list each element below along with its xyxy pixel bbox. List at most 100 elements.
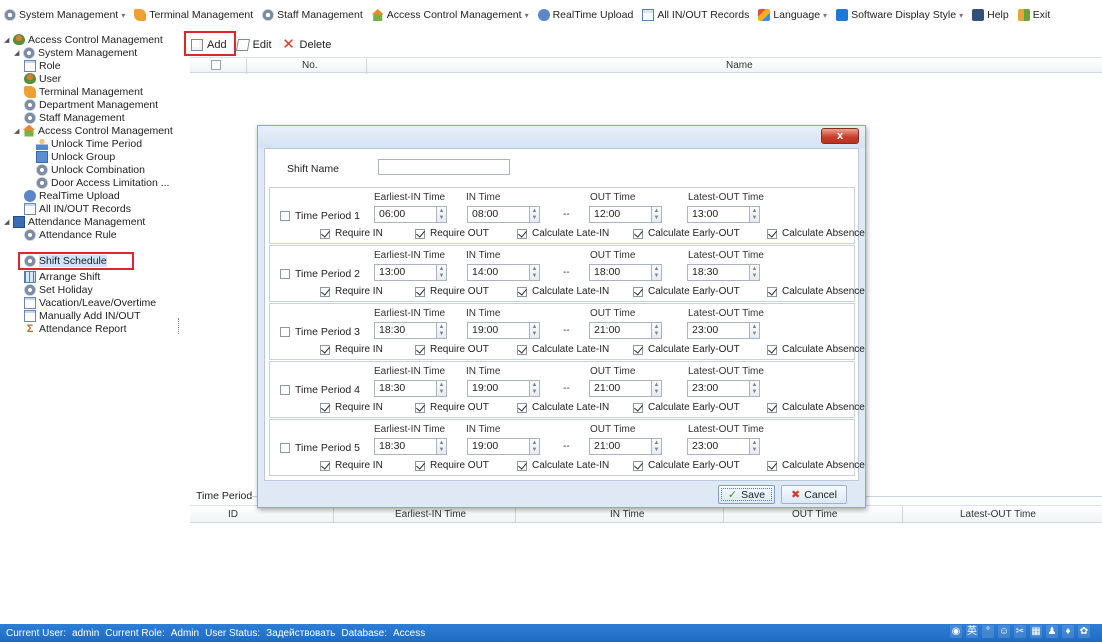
checkbox[interactable] [320, 286, 330, 297]
checkbox[interactable] [767, 460, 777, 471]
menu-exit[interactable]: Exit [1017, 9, 1050, 21]
time-input-in[interactable]: 19:00 [467, 322, 537, 339]
time-input-latest-out[interactable]: 23:00 [687, 322, 757, 339]
checkbox[interactable] [280, 443, 290, 453]
spinner-arrows-icon[interactable]: ▲ ▼ [436, 264, 447, 281]
spinner-arrows-icon[interactable]: ▲ ▼ [436, 206, 447, 223]
tree-item-unlock-group[interactable]: Unlock Group [36, 150, 115, 163]
tree-item-all-in-out-records[interactable]: All IN/OUT Records [24, 202, 131, 215]
checkbox[interactable] [767, 344, 777, 355]
dialog-titlebar[interactable]: x [258, 126, 865, 148]
spinner-arrows-icon[interactable]: ▲ ▼ [529, 380, 540, 397]
spinner-arrows-icon[interactable]: ▲ ▼ [651, 206, 662, 223]
expand-arrow-icon[interactable]: ◢ [4, 36, 12, 44]
chinese-ime-icon[interactable]: 英 [966, 625, 978, 638]
spinner-arrows-icon[interactable]: ▲ ▼ [436, 322, 447, 339]
input-method-icon[interactable]: ◉ [950, 625, 962, 638]
tree-item-set-holiday[interactable]: Set Holiday [24, 283, 93, 296]
shirt-icon[interactable]: ♦ [1062, 625, 1074, 638]
checkbox[interactable] [633, 286, 643, 297]
checkbox[interactable] [767, 228, 777, 239]
time-input-in[interactable]: 14:00 [467, 264, 537, 281]
time-input-earliest-in[interactable]: 06:00 [374, 206, 444, 223]
select-all-checkbox[interactable] [211, 60, 221, 70]
tree-item-vacation-leave-overtime[interactable]: Vacation/Leave/Overtime [24, 296, 156, 309]
flag-require-out[interactable]: Require OUT [415, 402, 489, 413]
column-divider[interactable] [246, 58, 247, 74]
checkbox[interactable] [633, 460, 643, 471]
time-input-out[interactable]: 21:00 [589, 438, 659, 455]
checkbox[interactable] [633, 344, 643, 355]
column-header-out[interactable]: OUT Time [792, 509, 837, 520]
checkbox[interactable] [633, 402, 643, 413]
checkbox[interactable] [415, 228, 425, 239]
time-input-earliest-in[interactable]: 13:00 [374, 264, 444, 281]
checkbox[interactable] [415, 344, 425, 355]
spinner-arrows-icon[interactable]: ▲ ▼ [749, 322, 760, 339]
time-input-out[interactable]: 21:00 [589, 380, 659, 397]
checkbox[interactable] [320, 460, 330, 471]
tree-item-arrange-shift[interactable]: Arrange Shift [24, 270, 100, 283]
flag-calc-late-in[interactable]: Calculate Late-IN [517, 460, 609, 471]
flag-calc-absence[interactable]: Calculate Absence [767, 286, 865, 297]
checkbox[interactable] [767, 402, 777, 413]
punctuation-icon[interactable]: ° [982, 625, 994, 638]
tree-item-access-control-root[interactable]: ◢ Access Control Management [4, 33, 163, 46]
menu-help[interactable]: Help [972, 9, 1009, 21]
tree-item-user[interactable]: User [24, 72, 61, 85]
time-input-latest-out[interactable]: 18:30 [687, 264, 757, 281]
checkbox[interactable] [415, 402, 425, 413]
column-header-earliest-in[interactable]: Earliest-IN Time [395, 509, 466, 520]
spinner-arrows-icon[interactable]: ▲ ▼ [529, 322, 540, 339]
checkbox[interactable] [633, 228, 643, 239]
time-input-out[interactable]: 18:00 [589, 264, 659, 281]
flag-require-out[interactable]: Require OUT [415, 344, 489, 355]
time-period-checkbox[interactable]: Time Period 2 [280, 268, 360, 280]
spinner-arrows-icon[interactable]: ▲ ▼ [436, 380, 447, 397]
flag-require-in[interactable]: Require IN [320, 460, 383, 471]
tree-item-terminal-management[interactable]: Terminal Management [24, 85, 143, 98]
menu-staff-management[interactable]: Staff Management [262, 9, 363, 21]
flag-require-in[interactable]: Require IN [320, 344, 383, 355]
column-divider[interactable] [333, 506, 334, 523]
checkbox[interactable] [320, 228, 330, 239]
column-divider[interactable] [902, 506, 903, 523]
column-header-id[interactable]: ID [228, 509, 238, 520]
time-input-latest-out[interactable]: 13:00 [687, 206, 757, 223]
expand-arrow-icon[interactable]: ◢ [14, 49, 22, 57]
cancel-button[interactable]: ✖ Cancel [781, 485, 847, 504]
tree-item-door-access-limitation[interactable]: Door Access Limitation ... [36, 176, 169, 189]
menu-system-management[interactable]: System Management ▾ [4, 9, 125, 21]
checkbox[interactable] [517, 228, 527, 239]
time-input-earliest-in[interactable]: 18:30 [374, 380, 444, 397]
flag-require-out[interactable]: Require OUT [415, 460, 489, 471]
time-input-in[interactable]: 08:00 [467, 206, 537, 223]
tree-item-realtime-upload[interactable]: RealTime Upload [24, 189, 120, 202]
flag-require-in[interactable]: Require IN [320, 402, 383, 413]
spinner-arrows-icon[interactable]: ▲ ▼ [749, 264, 760, 281]
tree-item-attendance-rule[interactable]: Attendance Rule [24, 228, 117, 241]
checkbox[interactable] [280, 269, 290, 279]
flag-require-out[interactable]: Require OUT [415, 286, 489, 297]
flag-require-out[interactable]: Require OUT [415, 228, 489, 239]
time-period-checkbox[interactable]: Time Period 3 [280, 326, 360, 338]
time-period-checkbox[interactable]: Time Period 4 [280, 384, 360, 396]
tree-item-system-management[interactable]: ◢ System Management [14, 46, 137, 59]
close-button[interactable]: x [821, 128, 859, 144]
time-period-checkbox[interactable]: Time Period 1 [280, 210, 360, 222]
checkbox[interactable] [415, 460, 425, 471]
tree-item-access-control-management[interactable]: ◢ Access Control Management [14, 124, 173, 137]
expand-arrow-icon[interactable]: ◢ [4, 218, 12, 226]
edit-button[interactable]: Edit [235, 39, 272, 51]
spinner-arrows-icon[interactable]: ▲ ▼ [651, 264, 662, 281]
expand-arrow-icon[interactable]: ◢ [14, 127, 22, 135]
tree-item-unlock-time-period[interactable]: Unlock Time Period [36, 137, 142, 150]
column-divider[interactable] [723, 506, 724, 523]
column-header-latest-out[interactable]: Latest-OUT Time [960, 509, 1036, 520]
checkbox[interactable] [767, 286, 777, 297]
menu-software-display-style[interactable]: Software Display Style ▾ [836, 9, 963, 21]
column-divider[interactable] [366, 58, 367, 74]
flag-calc-early-out[interactable]: Calculate Early-OUT [633, 402, 740, 413]
tree-item-attendance-management[interactable]: ◢ Attendance Management [4, 215, 145, 228]
time-input-latest-out[interactable]: 23:00 [687, 380, 757, 397]
